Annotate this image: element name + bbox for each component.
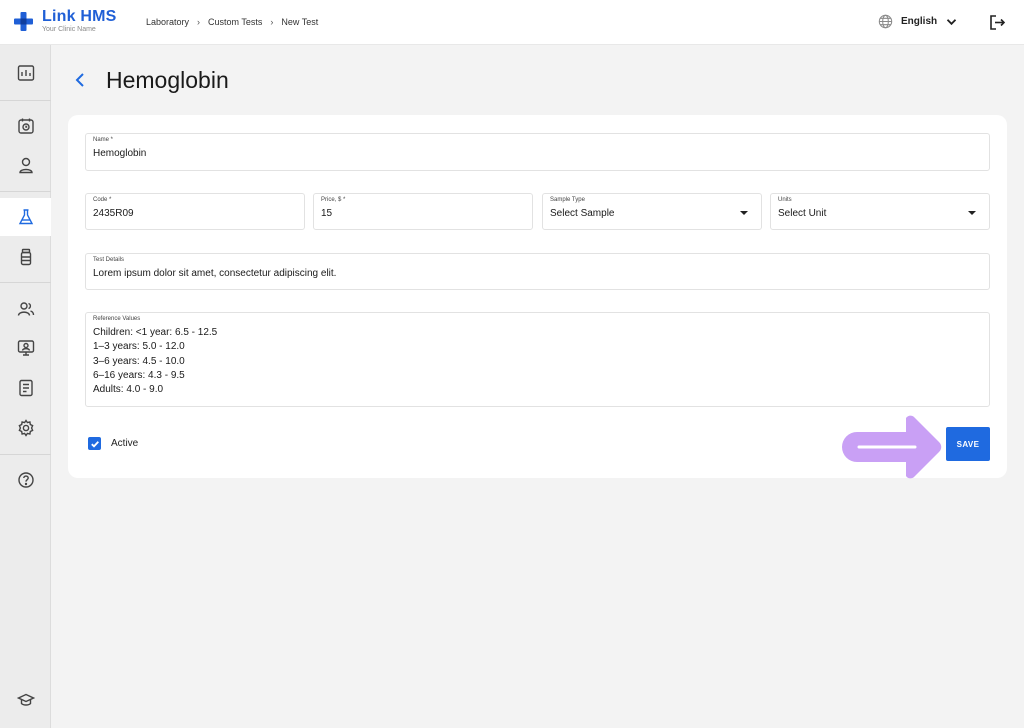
sidebar-item-dashboard[interactable] bbox=[0, 54, 51, 92]
sidebar-item-pharmacy[interactable] bbox=[0, 238, 51, 276]
language-selector[interactable]: English bbox=[878, 14, 957, 29]
arrow-right-icon bbox=[842, 415, 942, 479]
language-label: English bbox=[901, 16, 938, 27]
sidebar-item-academy[interactable] bbox=[0, 681, 51, 719]
breadcrumb-new-test: New Test bbox=[281, 17, 319, 27]
code-field-label: Code * bbox=[93, 197, 112, 203]
active-checkbox-row[interactable]: Active bbox=[88, 437, 138, 450]
sidebar bbox=[0, 45, 51, 728]
sidebar-item-staff[interactable] bbox=[0, 290, 51, 328]
active-checkbox[interactable] bbox=[88, 437, 101, 450]
reference-line: 6–16 years: 4.3 - 9.5 bbox=[93, 369, 185, 381]
breadcrumb: Laboratory › Custom Tests › New Test bbox=[146, 17, 318, 27]
name-field[interactable]: Name * Hemoglobin bbox=[85, 133, 990, 171]
name-field-value: Hemoglobin bbox=[93, 148, 147, 159]
top-bar: Link HMS Your Clinic Name Laboratory › C… bbox=[0, 0, 1024, 45]
price-field[interactable]: Price, $ * 15 bbox=[313, 193, 533, 230]
reference-line: Adults: 4.0 - 9.0 bbox=[93, 384, 164, 396]
sample-type-select[interactable]: Sample Type Select Sample bbox=[542, 193, 762, 230]
price-field-label: Price, $ * bbox=[321, 197, 346, 203]
flask-icon bbox=[18, 209, 33, 225]
test-details-value: Lorem ipsum dolor sit amet, consectetur … bbox=[93, 268, 337, 279]
medicine-bottle-icon bbox=[20, 248, 31, 266]
app-name: Link HMS bbox=[42, 8, 117, 25]
breadcrumb-custom-tests[interactable]: Custom Tests bbox=[208, 17, 262, 27]
save-button[interactable]: SAVE bbox=[946, 427, 990, 461]
gear-icon bbox=[17, 419, 34, 437]
monitor-user-icon bbox=[17, 340, 34, 356]
chevron-left-icon bbox=[75, 73, 84, 87]
logout-icon[interactable] bbox=[989, 14, 1006, 31]
sidebar-item-telemedicine[interactable] bbox=[0, 329, 51, 367]
code-field-value: 2435R09 bbox=[93, 208, 134, 219]
dashboard-icon bbox=[17, 65, 34, 81]
test-details-field[interactable]: Test Details Lorem ipsum dolor sit amet,… bbox=[85, 253, 990, 290]
graduation-cap-icon bbox=[16, 693, 35, 706]
report-document-icon bbox=[18, 379, 33, 397]
reference-values-field[interactable]: Reference Values Children: <1 year: 6.5 … bbox=[85, 312, 990, 407]
reference-values-text: Children: <1 year: 6.5 - 12.5 1–3 years:… bbox=[93, 326, 217, 397]
price-field-value: 15 bbox=[321, 208, 333, 219]
dropdown-arrow-icon bbox=[968, 211, 976, 215]
globe-icon bbox=[878, 14, 893, 29]
dropdown-arrow-icon bbox=[740, 211, 748, 215]
user-icon bbox=[18, 157, 33, 174]
cross-logo-icon bbox=[14, 12, 33, 31]
reference-line: 3–6 years: 4.5 - 10.0 bbox=[93, 355, 185, 367]
sidebar-item-reports[interactable] bbox=[0, 369, 51, 407]
units-value: Select Unit bbox=[778, 208, 827, 219]
chevron-right-icon: › bbox=[270, 17, 274, 27]
chevron-down-icon bbox=[946, 18, 957, 25]
chevron-right-icon: › bbox=[197, 17, 201, 27]
sidebar-item-laboratory[interactable] bbox=[0, 198, 51, 236]
breadcrumb-laboratory[interactable]: Laboratory bbox=[146, 17, 189, 27]
reference-values-label: Reference Values bbox=[93, 316, 141, 322]
sidebar-item-settings[interactable] bbox=[0, 409, 51, 447]
test-details-label: Test Details bbox=[93, 257, 125, 263]
page-title: Hemoglobin bbox=[106, 66, 229, 93]
reference-line: Children: <1 year: 6.5 - 12.5 bbox=[93, 327, 218, 338]
reference-line: 1–3 years: 5.0 - 12.0 bbox=[93, 341, 185, 353]
help-icon bbox=[17, 472, 34, 488]
units-select[interactable]: Units Select Unit bbox=[770, 193, 990, 230]
users-group-icon bbox=[17, 302, 34, 316]
sample-type-label: Sample Type bbox=[550, 197, 585, 203]
code-field[interactable]: Code * 2435R09 bbox=[85, 193, 305, 230]
name-field-label: Name * bbox=[93, 137, 114, 143]
sidebar-item-help[interactable] bbox=[0, 461, 51, 499]
calendar-clock-icon bbox=[17, 118, 34, 134]
sidebar-item-patients[interactable] bbox=[0, 146, 51, 184]
app-logo[interactable]: Link HMS Your Clinic Name bbox=[14, 9, 117, 37]
sidebar-item-appointments[interactable] bbox=[0, 107, 51, 145]
sample-type-value: Select Sample bbox=[550, 208, 615, 219]
checkmark-icon bbox=[90, 440, 99, 448]
active-label: Active bbox=[111, 438, 139, 449]
back-button[interactable] bbox=[74, 66, 94, 94]
units-label: Units bbox=[778, 197, 792, 203]
clinic-name: Your Clinic Name bbox=[42, 26, 96, 33]
page-header: Hemoglobin bbox=[74, 66, 229, 94]
